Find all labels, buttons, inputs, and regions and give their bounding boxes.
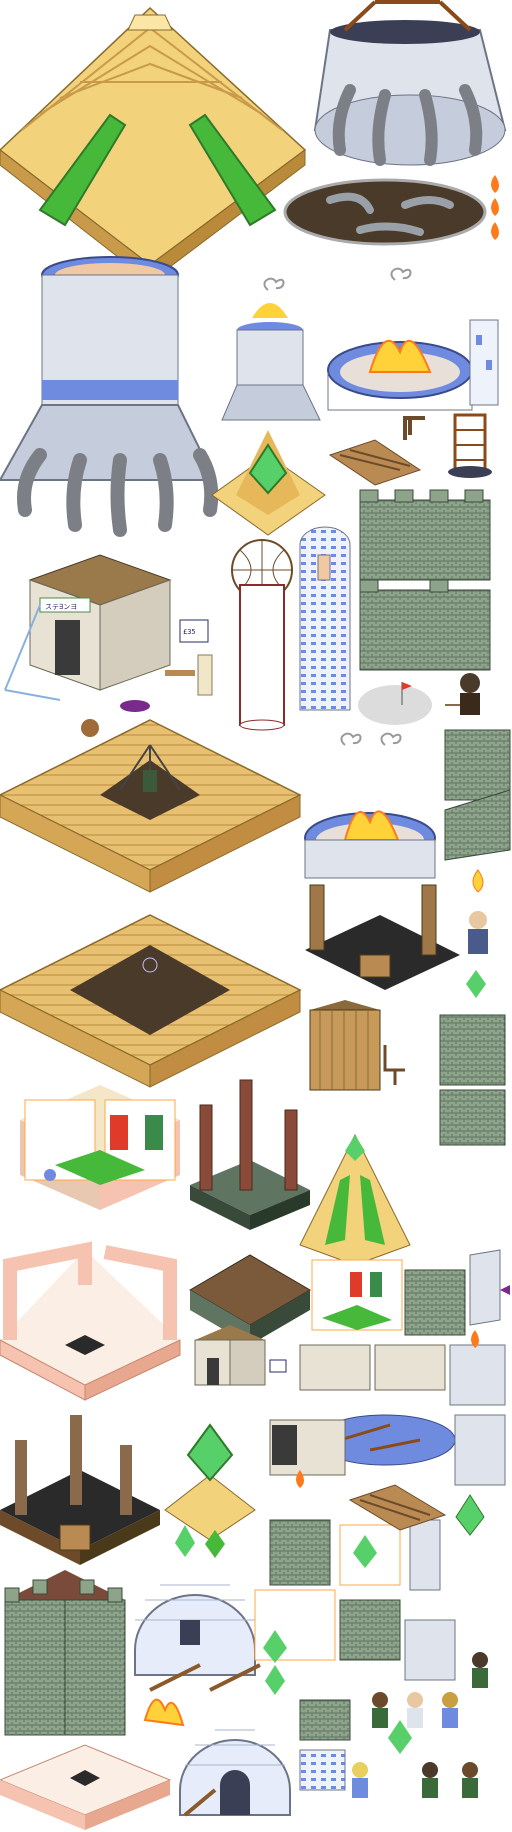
- character-warrior: [445, 673, 480, 715]
- castle-tower: [4, 1570, 126, 1736]
- wood-pillars: [190, 1079, 310, 1230]
- steps: [444, 729, 511, 861]
- mini-room: [311, 1259, 403, 1331]
- wood-ruins-2: [0, 1415, 160, 1565]
- character-miner: [466, 869, 488, 998]
- wood-tiles: [189, 1254, 311, 1345]
- pyramid-small: [299, 1133, 411, 1266]
- flag-plot: [358, 682, 432, 725]
- fire-pit: [283, 178, 487, 246]
- dock: [328, 439, 422, 486]
- mini-wall: [404, 1249, 510, 1336]
- post-sign-text: £35: [183, 628, 196, 636]
- scaffold: [448, 413, 492, 478]
- brick-tower-blue: [299, 526, 351, 711]
- mini-temple: [194, 1325, 287, 1386]
- pink-tile: [0, 1744, 172, 1830]
- igloo: [134, 1584, 261, 1692]
- brazier-small: [221, 277, 321, 421]
- stone-temple: [4, 554, 213, 737]
- flame-small: [491, 175, 499, 240]
- brick-block: [439, 1014, 506, 1146]
- silo-tower: [231, 539, 293, 731]
- crystal-shrine: [211, 430, 326, 536]
- fire-bowl-2: [304, 732, 436, 879]
- flame-row8: [143, 1698, 185, 1727]
- sprite-sheet: ステ∃ンヨ £35: [0, 0, 511, 1830]
- brazier-large: [313, 0, 507, 166]
- gallows: [403, 416, 425, 440]
- crystal-shrine-2: [164, 1423, 256, 1541]
- fire-bowl: [327, 267, 473, 411]
- corridor-tiles: [299, 1330, 506, 1406]
- temple-sign-text: ステ∃ンヨ: [45, 603, 77, 611]
- pyramid-large: [0, 6, 307, 284]
- pink-room: [0, 1241, 181, 1401]
- castle-wall: [359, 489, 491, 671]
- ruins-wood: [305, 884, 460, 990]
- tower-reactor: [0, 256, 219, 537]
- outhouse: [309, 1000, 405, 1091]
- room-row8: [254, 1589, 456, 1791]
- interior-room: [20, 1085, 180, 1210]
- platform-large: [0, 719, 302, 893]
- igloo-2: [179, 1729, 291, 1817]
- platform-large-2: [0, 914, 302, 1088]
- pillar-tower: [469, 319, 499, 406]
